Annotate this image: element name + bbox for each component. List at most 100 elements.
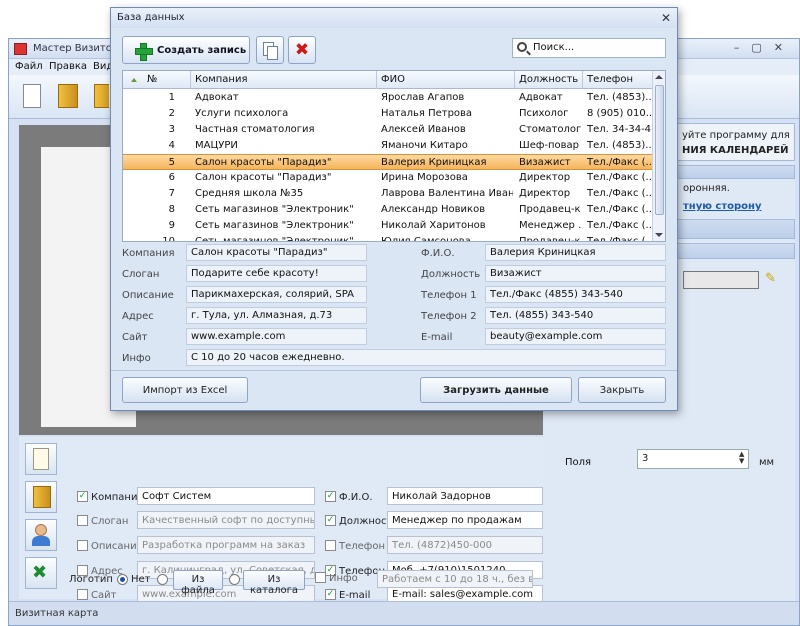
cell-position: Директор — [519, 172, 571, 183]
excel-button[interactable]: ✖ — [25, 557, 57, 589]
slogan-checkbox[interactable] — [77, 515, 88, 526]
folder-tool-button[interactable] — [25, 481, 57, 513]
copy-record-button[interactable] — [256, 36, 284, 64]
cell-number: 10 — [162, 236, 175, 242]
phone1-checkbox[interactable] — [325, 540, 336, 551]
detail-info[interactable]: С 10 до 20 часов ежедневно. — [186, 349, 666, 366]
side-note: оронняя. — [683, 183, 730, 194]
folder-icon — [33, 486, 51, 508]
fio-checkbox[interactable]: ✓ — [325, 491, 336, 502]
sort-asc-icon — [131, 78, 137, 82]
cell-number: 4 — [168, 140, 175, 151]
create-record-button[interactable]: Создать запись — [122, 36, 250, 64]
detail-email-label: E-mail — [421, 332, 453, 343]
create-record-label: Создать запись — [157, 45, 247, 56]
cell-company: МАЦУРИ — [195, 140, 238, 151]
fio-input[interactable]: Николай Задорнов — [387, 487, 543, 505]
dialog-title: База данных — [117, 12, 185, 23]
description-label: Описание — [91, 541, 143, 552]
load-data-button[interactable]: Загрузить данные — [420, 377, 572, 403]
detail-site-label: Сайт — [122, 332, 148, 343]
detail-site[interactable]: www.example.com — [186, 328, 367, 345]
table-row[interactable]: 6 Салон красоты "Парадиз" Ирина Морозова Ди… — [123, 170, 653, 186]
fields-stepper[interactable]: 3 — [637, 449, 749, 469]
contacts-button[interactable] — [25, 519, 57, 551]
position-checkbox[interactable]: ✓ — [325, 515, 336, 526]
open-button[interactable] — [53, 81, 83, 113]
description-checkbox[interactable] — [77, 540, 88, 551]
scroll-down-icon[interactable] — [655, 233, 663, 237]
color-picker-icon[interactable]: ✎ — [765, 271, 779, 286]
slogan-input[interactable]: Качественный софт по доступным ценам — [137, 511, 315, 529]
dialog-close-button[interactable]: Закрыть — [578, 377, 666, 403]
cell-position: Шеф-повар — [519, 140, 580, 151]
detail-fio-label: Ф.И.О. — [421, 248, 455, 259]
menu-file[interactable]: Файл — [15, 61, 43, 72]
detail-address[interactable]: г. Тула, ул. Алмазная, д.73 — [186, 307, 367, 324]
column-header-phone[interactable]: Телефон — [583, 71, 653, 89]
detail-phone2-label: Телефон 2 — [421, 311, 477, 322]
folder-icon — [94, 84, 109, 108]
detail-phone1[interactable]: Тел./Факс (4855) 343-540 — [485, 286, 666, 303]
phone1-input[interactable]: Тел. (4872)450-000 — [387, 536, 543, 554]
table-row[interactable]: 3 Частная стоматология Алексей Иванов Стома… — [123, 122, 653, 138]
stepper-arrows-icon[interactable]: ▲ ▼ — [739, 451, 744, 465]
import-excel-button[interactable]: Импорт из Excel — [122, 377, 248, 403]
cell-phone: Тел. (4853)... — [587, 140, 651, 151]
detail-email[interactable]: beauty@example.com — [485, 328, 666, 345]
info-checkbox[interactable] — [315, 572, 326, 583]
column-header-position[interactable]: Должность — [515, 71, 583, 89]
save-button[interactable] — [89, 81, 109, 113]
plus-icon — [135, 43, 153, 61]
color-field[interactable] — [683, 271, 759, 289]
column-header-company[interactable]: Компания — [191, 71, 377, 89]
column-header-fio[interactable]: ФИО — [377, 71, 515, 89]
detail-slogan[interactable]: Подарите себе красоту! — [186, 265, 367, 282]
logo-from-catalog-button[interactable]: Из каталога — [243, 570, 305, 596]
site-checkbox[interactable] — [77, 589, 88, 600]
cell-number: 9 — [168, 220, 175, 231]
cell-phone: Тел./Факс (... — [587, 220, 651, 231]
table-row[interactable]: 2 Услуги психолога Наталья Петрова Психолог… — [123, 106, 653, 122]
records-table[interactable]: № Компания ФИО Должность Телефон 1 Адвока… — [122, 70, 666, 242]
scroll-up-icon[interactable] — [655, 75, 663, 79]
menu-edit[interactable]: Правка — [49, 61, 87, 72]
table-scrollbar[interactable] — [652, 71, 665, 241]
table-row[interactable]: 7 Средняя школа №35 Лаврова Валентина Иван… — [123, 186, 653, 202]
detail-position[interactable]: Визажист — [485, 265, 666, 282]
logo-file-radio[interactable] — [157, 574, 168, 585]
position-input[interactable]: Менеджер по продажам — [387, 511, 543, 529]
cell-position: Продавец-к... — [519, 204, 581, 215]
logo-from-file-button[interactable]: Из файла — [173, 570, 223, 596]
info-input[interactable]: Работаем с 10 до 18 ч., без выходных — [377, 570, 533, 588]
table-row[interactable]: 8 Сеть магазинов "Электроник" Александр Но… — [123, 202, 653, 218]
dialog-close-icon[interactable]: ✕ — [661, 11, 671, 25]
promo-line1: уйте программу для — [682, 130, 790, 141]
email-checkbox[interactable]: ✓ — [325, 589, 336, 600]
column-header-number[interactable]: № — [123, 71, 191, 89]
cell-fio: Александр Новиков — [381, 204, 486, 215]
edit-text-button[interactable] — [25, 443, 57, 475]
detail-company[interactable]: Салон красоты "Парадиз" — [186, 244, 367, 261]
menu-third[interactable]: Вид — [93, 61, 111, 72]
logo-catalog-radio[interactable] — [229, 574, 240, 585]
description-input[interactable]: Разработка программ на заказ — [137, 536, 315, 554]
detail-description[interactable]: Парикмахерская, солярий, SPA — [186, 286, 367, 303]
new-card-button[interactable] — [17, 81, 47, 113]
cell-position: Стоматолог — [519, 124, 581, 135]
logo-none-radio[interactable] — [117, 574, 128, 585]
table-row[interactable]: 1 Адвокат Ярослав Агапов Адвокат Тел. (4853)… — [123, 90, 653, 106]
detail-fio[interactable]: Валерия Криницкая — [485, 244, 666, 261]
delete-record-button[interactable]: ✖ — [288, 36, 316, 64]
table-row[interactable]: 9 Сеть магазинов "Электроник" Николай Хари… — [123, 218, 653, 234]
detail-phone2[interactable]: Тел. (4855) 343-540 — [485, 307, 666, 324]
window-controls[interactable]: –▢✕ — [734, 41, 795, 54]
table-row[interactable]: 5 Салон красоты "Парадиз" Валерия Криницка… — [123, 154, 653, 170]
company-checkbox[interactable]: ✓ — [77, 491, 88, 502]
table-row[interactable]: 4 МАЦУРИ Яманочи Китаро Шеф-повар Тел. (4853… — [123, 138, 653, 154]
table-row[interactable]: 10 Сеть магазинов "Электроник" Юлия Самсон… — [123, 234, 653, 242]
scroll-thumb[interactable] — [655, 85, 664, 215]
search-input[interactable]: Поиск... — [512, 38, 666, 58]
flip-side-link[interactable]: тную сторону — [683, 201, 761, 212]
company-input[interactable]: Софт Систем — [137, 487, 315, 505]
